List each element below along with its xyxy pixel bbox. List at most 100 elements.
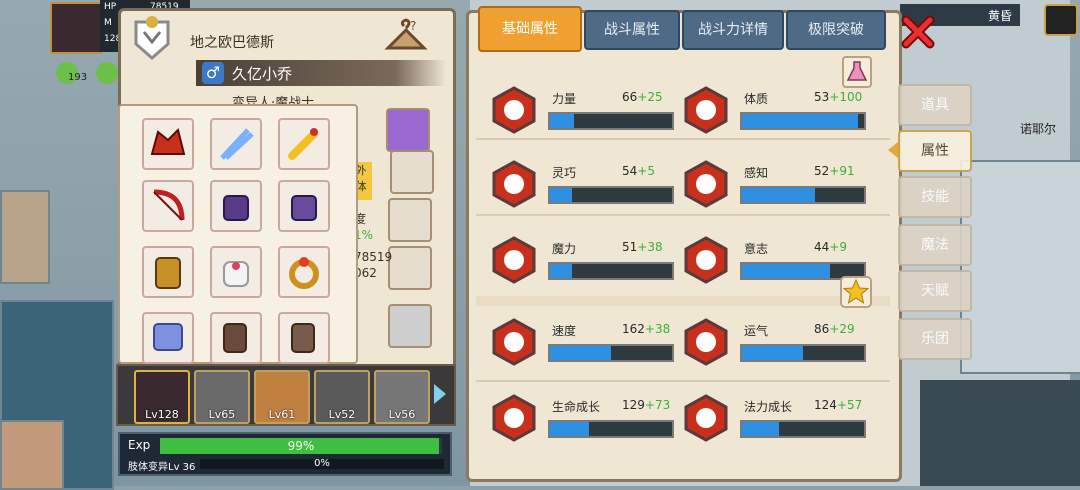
stat-bar	[548, 420, 674, 438]
equip-slot-purple-gauntlet[interactable]	[210, 180, 262, 232]
stat-name: 体质	[744, 92, 769, 106]
strength-icon	[492, 86, 536, 134]
stat-bonus: +57	[836, 398, 863, 412]
status-icon[interactable]	[96, 62, 118, 84]
map-building	[960, 160, 1080, 374]
belt-slot[interactable]	[388, 198, 432, 242]
tab-combat-attributes[interactable]: 战斗属性	[584, 10, 680, 50]
stat-base: 129	[622, 398, 645, 412]
equip-slot-red-bow[interactable]	[142, 180, 194, 232]
stat-bar-fill	[550, 422, 590, 436]
party-next-arrow-icon[interactable]	[434, 384, 446, 404]
party-member-5[interactable]: Lv56	[374, 370, 430, 424]
stat-row[interactable]: 魔力 51+38	[490, 236, 676, 296]
stat-bar-fill	[550, 114, 575, 128]
potion-icon[interactable]	[842, 56, 872, 88]
npc-sprite[interactable]	[0, 420, 64, 490]
map-shelf	[0, 190, 50, 284]
equip-slot-rubber-chicken[interactable]	[278, 118, 330, 170]
menu-magic[interactable]: 魔法	[898, 224, 972, 266]
stat-bar	[740, 420, 866, 438]
glove-slot[interactable]	[390, 150, 434, 194]
stat-bar	[548, 262, 674, 280]
magic-icon	[492, 236, 536, 284]
stat-row[interactable]: 速度 162+38	[490, 318, 676, 378]
stat-row[interactable]: 灵巧 54+5	[490, 160, 676, 220]
wardrobe-hanger-icon[interactable]: ?	[384, 18, 428, 62]
white-glove-icon	[223, 261, 249, 287]
stat-base: 52	[814, 164, 830, 178]
tab-basic-attributes[interactable]: 基础属性	[478, 6, 582, 52]
stat-base: 86	[814, 322, 830, 336]
party-member-4[interactable]: Lv52	[314, 370, 370, 424]
player-portrait[interactable]	[50, 2, 102, 54]
equip-slot-gold-armor[interactable]	[142, 246, 194, 298]
menu-skills[interactable]: 技能	[898, 176, 972, 218]
stat-bar	[548, 186, 674, 204]
luck-icon	[684, 318, 728, 366]
stat-bar-fill	[550, 264, 572, 278]
equip-slot-boots-2[interactable]	[278, 312, 330, 364]
stat-bonus: +38	[644, 322, 671, 336]
perception-icon	[684, 160, 728, 208]
tab-limit-break[interactable]: 极限突破	[786, 10, 886, 50]
equip-slot-ice-blade[interactable]	[210, 118, 262, 170]
party-member-level: Lv52	[328, 408, 356, 421]
menu-items[interactable]: 道具	[898, 84, 972, 126]
equip-slot-blue-box[interactable]	[142, 312, 194, 364]
empty-slot-icon[interactable]	[388, 304, 432, 348]
equip-slot-purple-gauntlet-2[interactable]	[278, 180, 330, 232]
stat-row[interactable]: 力量 66+25	[490, 86, 676, 146]
stat-row[interactable]: 法力成长 124+57	[682, 394, 868, 454]
stat-name: 生命成长	[552, 400, 601, 414]
equip-slot-white-glove[interactable]	[210, 246, 262, 298]
party-member-2[interactable]: Lv65	[194, 370, 250, 424]
stat-value: 86+29	[814, 322, 855, 336]
equip-slot-gold-ring[interactable]	[278, 246, 330, 298]
menu-pointer-icon	[888, 142, 898, 158]
menu-band[interactable]: 乐团	[898, 318, 972, 360]
stat-base: 162	[622, 322, 645, 336]
stat-name: 力量	[552, 92, 577, 106]
stat-bar	[740, 344, 866, 362]
row-divider	[476, 296, 890, 306]
exp-label: Exp	[128, 438, 151, 452]
party-member-level: Lv56	[388, 408, 416, 421]
exp-value: 99%	[287, 439, 315, 453]
stat-bar-fill	[742, 422, 779, 436]
location-label: 黄昏	[987, 9, 1012, 23]
row-divider	[476, 380, 890, 382]
map-place-label: 诺耶尔	[1020, 122, 1057, 136]
stat-row[interactable]: 运气 86+29	[682, 318, 868, 378]
equip-slot-boots[interactable]	[210, 312, 262, 364]
hud-mp-label: M	[104, 18, 112, 28]
svg-text:?: ?	[410, 19, 416, 33]
stat-bar	[740, 112, 866, 130]
armor-slot[interactable]	[388, 246, 432, 290]
party-member-3[interactable]: Lv61	[254, 370, 310, 424]
menu-talents[interactable]: 天赋	[898, 270, 972, 312]
faction-emblem-icon	[134, 16, 170, 60]
menu-attributes[interactable]: 属性	[898, 130, 972, 172]
minimap-toggle-icon[interactable]	[1044, 4, 1078, 36]
gem-slot-icon[interactable]	[386, 108, 430, 152]
dragon-helm-icon	[150, 128, 186, 155]
potion-flask-icon	[846, 61, 868, 81]
party-member-1[interactable]: Lv128	[134, 370, 190, 424]
stat-bar-fill	[742, 264, 830, 278]
level-small-text: 193	[68, 72, 88, 83]
boots-icon	[223, 323, 247, 353]
stat-bar-fill	[742, 114, 858, 128]
stat-row[interactable]: 生命成长 129+73	[490, 394, 676, 454]
equip-slot-dragon-helm[interactable]	[142, 118, 194, 170]
stat-row[interactable]: 体质 53+100	[682, 86, 868, 146]
stat-bar-fill	[742, 346, 803, 360]
star-badge-icon[interactable]	[840, 276, 872, 308]
stat-row[interactable]: 感知 52+91	[682, 160, 868, 220]
stat-value: 162+38	[622, 322, 670, 336]
tab-power-details[interactable]: 战斗力详情	[682, 10, 784, 50]
rubber-chicken-icon	[288, 128, 318, 160]
close-icon[interactable]	[900, 14, 936, 50]
hud-hp-label: HP	[104, 2, 117, 12]
stat-bonus: +38	[637, 240, 663, 254]
